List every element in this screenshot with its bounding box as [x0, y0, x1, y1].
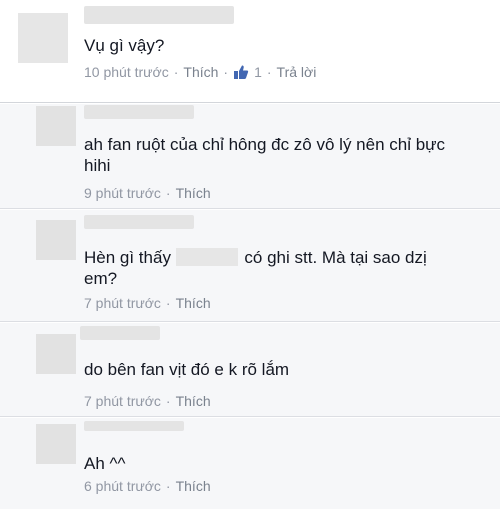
like-count[interactable]: 1: [233, 64, 262, 80]
separator: ·: [165, 185, 171, 201]
comment-meta: 9 phút trước · Thích: [84, 184, 211, 202]
reply: ah fan ruột của chỉ hông đc zô vô lý nên…: [0, 104, 500, 209]
thumbs-up-icon: [234, 65, 249, 79]
like-link[interactable]: Thích: [183, 64, 218, 80]
separator: ·: [165, 393, 171, 409]
comment-meta: 6 phút trước · Thích: [84, 477, 211, 495]
separator: ·: [165, 478, 171, 494]
comment: Vụ gì vậy? 10 phút trước · Thích · 1 · Trả lời: [0, 0, 500, 103]
separator: ·: [266, 64, 272, 80]
timestamp[interactable]: 7 phút trước: [84, 393, 161, 409]
comment-text: do bên fan vịt đó e k rõ lắm: [84, 360, 290, 379]
reply: Hèn gì thấy có ghi stt. Mà tại sao dzị e…: [0, 210, 500, 322]
author-name-redacted[interactable]: [80, 326, 160, 340]
comment-text: Vụ gì vậy?: [84, 36, 165, 55]
like-link[interactable]: Thích: [176, 185, 211, 201]
separator: ·: [223, 64, 229, 80]
like-link[interactable]: Thích: [176, 295, 211, 311]
timestamp[interactable]: 7 phút trước: [84, 295, 161, 311]
avatar[interactable]: [36, 220, 76, 260]
mention-redacted[interactable]: [175, 248, 238, 266]
reply: do bên fan vịt đó e k rõ lắm 7 phút trướ…: [0, 323, 500, 417]
comment-text: Hèn gì thấy có ghi stt. Mà tại sao dzị e…: [84, 247, 464, 289]
author-name-redacted[interactable]: [84, 105, 194, 119]
timestamp[interactable]: 6 phút trước: [84, 478, 161, 494]
avatar[interactable]: [36, 106, 76, 146]
comment-thread: Vụ gì vậy? 10 phút trước · Thích · 1 · Trả lời…: [0, 0, 500, 509]
reply: Ah ^^ 6 phút trước · Thích: [0, 418, 500, 509]
comment-meta: 10 phút trước · Thích · 1 · Trả lời: [84, 63, 316, 81]
author-name-redacted[interactable]: [84, 421, 184, 431]
comment-meta: 7 phút trước · Thích: [84, 294, 211, 312]
comment-text-part: Hèn gì thấy: [84, 248, 171, 267]
author-name-redacted[interactable]: [84, 215, 194, 229]
like-link[interactable]: Thích: [176, 478, 211, 494]
author-name-redacted[interactable]: [84, 6, 234, 24]
separator: ·: [173, 64, 179, 80]
avatar[interactable]: [18, 13, 68, 63]
avatar[interactable]: [36, 424, 76, 464]
avatar[interactable]: [36, 334, 76, 374]
separator: ·: [165, 295, 171, 311]
like-link[interactable]: Thích: [176, 393, 211, 409]
reply-link[interactable]: Trả lời: [277, 64, 317, 80]
timestamp[interactable]: 10 phút trước: [84, 64, 169, 80]
comment-text: Ah ^^: [84, 454, 126, 473]
comment-text: ah fan ruột của chỉ hông đc zô vô lý nên…: [84, 135, 446, 175]
like-count-value: 1: [254, 64, 262, 80]
timestamp[interactable]: 9 phút trước: [84, 185, 161, 201]
comment-meta: 7 phút trước · Thích: [84, 392, 211, 410]
